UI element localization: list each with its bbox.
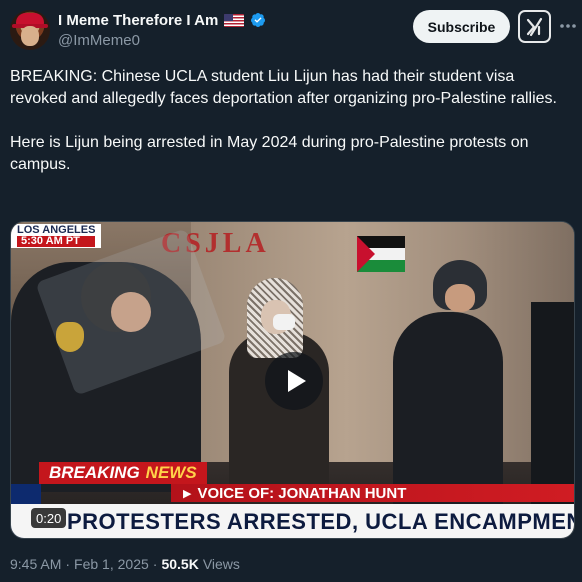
meta-separator-2: · bbox=[152, 556, 158, 572]
tweet-date[interactable]: Feb 1, 2025 bbox=[74, 556, 149, 572]
grok-icon bbox=[526, 17, 542, 36]
author-display-name[interactable]: I Meme Therefore I Am bbox=[58, 12, 218, 29]
tweet-time[interactable]: 9:45 AM bbox=[10, 556, 61, 572]
palestine-flag-icon bbox=[357, 236, 405, 272]
views-count: 50.5K bbox=[161, 556, 199, 572]
breaking-word: BREAKING bbox=[49, 463, 140, 482]
video-duration: 0:20 bbox=[31, 508, 67, 528]
tweet-header: I Meme Therefore I Am @ImMeme0 Subscribe bbox=[0, 0, 582, 62]
video-protester-mask bbox=[273, 314, 295, 330]
breaking-news-banner: BREAKING NEWS bbox=[39, 462, 207, 484]
avatar-face bbox=[21, 26, 39, 46]
location-time: 5:30 AM PT bbox=[17, 236, 96, 247]
voice-of-bar: ▶ VOICE OF: JONATHAN HUNT bbox=[171, 484, 574, 502]
chyron-headline: PROTESTERS ARRESTED, UCLA ENCAMPMENT DIS… bbox=[11, 504, 574, 538]
video-player[interactable]: CSJLA LOS ANGELES 5:30 AM PT BREAKING NE… bbox=[10, 221, 575, 539]
meta-separator: · bbox=[65, 556, 71, 572]
location-box: LOS ANGELES 5:30 AM PT bbox=[11, 224, 102, 248]
news-word: NEWS bbox=[145, 463, 197, 482]
play-icon bbox=[287, 370, 306, 392]
avatar-hat bbox=[12, 13, 48, 28]
play-button[interactable] bbox=[265, 352, 323, 410]
tweet-text: BREAKING: Chinese UCLA student Liu Lijun… bbox=[10, 68, 557, 173]
verified-badge-icon[interactable] bbox=[250, 12, 266, 28]
video-officer-right-face bbox=[445, 284, 475, 312]
author-handle[interactable]: @ImMeme0 bbox=[58, 32, 140, 49]
subscribe-button[interactable]: Subscribe bbox=[413, 10, 510, 43]
more-options-icon[interactable] bbox=[557, 17, 579, 35]
tweet-meta: 9:45 AM · Feb 1, 2025 · 50.5K Views bbox=[10, 556, 240, 572]
voice-of-text: VOICE OF: JONATHAN HUNT bbox=[197, 484, 407, 502]
chevron-right-icon: ▶ bbox=[183, 487, 192, 500]
us-flag-icon bbox=[224, 13, 245, 27]
grok-button[interactable] bbox=[518, 10, 551, 43]
author-avatar[interactable] bbox=[10, 10, 50, 50]
location-ticker: LOS ANGELES 5:30 AM PT bbox=[11, 224, 102, 248]
views-label: Views bbox=[202, 556, 240, 572]
video-police-badge bbox=[56, 322, 84, 352]
author-name-row: I Meme Therefore I Am bbox=[58, 10, 266, 30]
